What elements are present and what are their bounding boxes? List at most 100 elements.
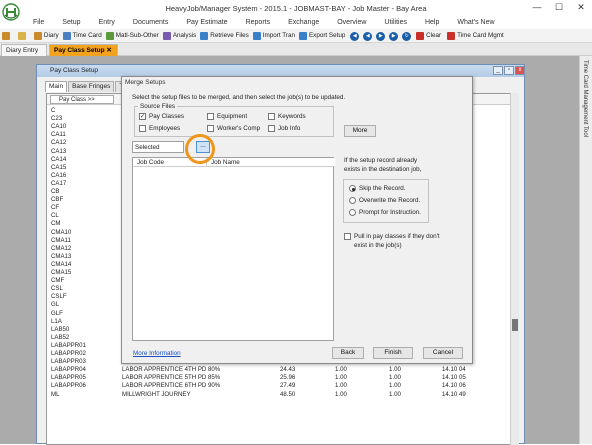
cell-rate: 25.96 (280, 374, 296, 382)
menu-item-reports[interactable]: Reports (237, 17, 280, 28)
tab-pay-class-setup[interactable]: Pay Class Setup ✕ (49, 44, 118, 56)
cell-rate: 24.43 (280, 366, 296, 374)
window-close-button[interactable]: x (515, 66, 525, 75)
table-row[interactable]: LABAPPR06 LABOR APPRENTICE 6TH PD 90% 27.4… (47, 382, 511, 390)
finish-button[interactable]: Finish (373, 347, 413, 359)
open-icon[interactable] (16, 29, 30, 42)
menu-item-overview[interactable]: Overview (328, 17, 375, 28)
cell-ref: 14.10 04 (442, 366, 466, 374)
toolbar-export-setup-button[interactable]: Export Setup (297, 29, 347, 42)
menu-item-what-s-new[interactable]: What's New (448, 17, 503, 28)
close-tab-icon[interactable]: ✕ (106, 47, 111, 54)
menu-item-entry[interactable]: Entry (90, 17, 124, 28)
time-card-icon (62, 32, 71, 40)
selection-field[interactable]: Selected (132, 141, 184, 153)
menu-item-help[interactable]: Help (416, 17, 448, 28)
toolbar-import-tran-button[interactable]: Import Tran (251, 29, 297, 42)
window-restore-button[interactable]: ▫ (504, 66, 514, 75)
close-button[interactable]: ✕ (570, 0, 592, 15)
cell-factor: 1.00 (335, 366, 347, 374)
refresh-icon[interactable]: ↻ (402, 31, 412, 41)
window-minimize-button[interactable]: _ (493, 66, 503, 75)
radio-button[interactable] (349, 185, 356, 192)
pay-class-code: CMA13 (51, 252, 72, 260)
radio-overwrite-the-record[interactable]: Overwrite the Record. (349, 197, 420, 205)
toolbar-retrieve-files-button[interactable]: Retrieve Files (198, 29, 251, 42)
menu-item-exchange[interactable]: Exchange (279, 17, 328, 28)
menu-item-pay-estimate[interactable]: Pay Estimate (177, 17, 236, 28)
cancel-button[interactable]: Cancel (423, 347, 463, 359)
pay-class-code: CMA11 (51, 236, 71, 244)
last-record-icon[interactable]: ▶ (389, 31, 399, 41)
pull-in-pay-classes-label-2: exist in the job(s) (354, 242, 402, 249)
pull-in-pay-classes-checkbox[interactable]: Pull in pay classes if they don't (344, 233, 440, 241)
employees-checkbox[interactable]: Employees (139, 125, 180, 133)
dialog-title: Merge Setups (125, 79, 166, 86)
back-button[interactable]: Back (332, 347, 364, 359)
checkbox-box[interactable] (207, 113, 214, 120)
main-toolbar: Diary Time Card Matl-Sub-Other Analysis Retr… (0, 29, 592, 43)
checkbox-box[interactable]: ✓ (139, 113, 146, 120)
minimize-button[interactable]: — (526, 0, 548, 15)
side-panel[interactable]: Time Card Management Tool (579, 56, 592, 444)
toolbar-time-card-button[interactable]: Time Card (61, 29, 104, 42)
maximize-button[interactable]: ☐ (548, 0, 570, 15)
analysis-icon (162, 32, 171, 40)
time-card-mgmt-button[interactable]: Time Card Mgmt (445, 29, 506, 42)
save-icon[interactable] (0, 29, 14, 42)
pay-class-code: CL (51, 212, 59, 220)
pay-class-code: LAB50 (51, 325, 70, 333)
pay-classes-checkbox[interactable]: ✓ Pay Classes (139, 113, 184, 121)
checkbox-box[interactable] (139, 125, 146, 132)
cell-code: LABAPPR06 (51, 382, 86, 390)
pay-class-code: CA14 (51, 155, 67, 163)
radio-prompt-for-instruction[interactable]: Prompt for Instruction. (349, 209, 421, 217)
scroll-thumb[interactable] (512, 319, 518, 331)
pay-class-code: CM (51, 220, 61, 228)
worker-s-comp-checkbox[interactable]: Worker's Comp (207, 125, 260, 133)
equipment-checkbox[interactable]: Equipment (207, 113, 247, 121)
checkbox-box[interactable] (207, 125, 214, 132)
menu-item-setup[interactable]: Setup (53, 17, 89, 28)
toolbar-matl-sub-other-button[interactable]: Matl-Sub-Other (104, 29, 161, 42)
toolbar-diary-button[interactable]: Diary (32, 29, 61, 42)
pay-class-tabs: MainBase FringesT& (45, 81, 133, 92)
next-record-icon[interactable]: ▶ (376, 31, 386, 41)
side-panel-label: Time Card Management Tool (582, 60, 588, 138)
job-info-checkbox[interactable]: Job Info (268, 125, 300, 133)
toolbar-analysis-button[interactable]: Analysis (161, 29, 198, 42)
job-name-column[interactable]: Job Name (207, 158, 335, 167)
keywords-checkbox[interactable]: Keywords (268, 113, 306, 121)
table-row[interactable]: ML MILLWRIGHT JOURNEY 48.50 1.00 1.00 14.10 4… (47, 390, 511, 399)
radio-button[interactable] (349, 197, 356, 204)
more-information-link[interactable]: More Information (133, 350, 181, 357)
menu-item-file[interactable]: File (24, 17, 53, 28)
cell-f2: 1.00 (389, 390, 401, 398)
tab-diary-entry[interactable]: Diary Entry (1, 44, 47, 56)
export-setup-icon (298, 32, 307, 40)
pay-class-code: C (51, 107, 56, 114)
radio-button[interactable] (349, 209, 356, 216)
table-row[interactable]: LABAPPR05 LABOR APPRENTICE 5TH PD 85% 25.9… (47, 374, 511, 382)
menu-item-documents[interactable]: Documents (124, 17, 177, 28)
cell-desc: LABOR APPRENTICE 5TH PD 85% (122, 374, 221, 382)
radio-skip-the-record[interactable]: Skip the Record. (349, 185, 406, 193)
pay-class-column-header[interactable]: Pay Class >> (50, 95, 114, 104)
table-row[interactable]: LABAPPR04 LABOR APPRENTICE 4TH PD 80% 24.4… (47, 366, 511, 374)
clear-button[interactable]: Clear (414, 29, 443, 42)
source-files-label: Source Files (138, 103, 177, 110)
cell-f2: 1.00 (389, 366, 401, 374)
grid-scrollbar[interactable] (510, 93, 519, 445)
pay-class-code: CMA14 (51, 260, 72, 268)
cell-rate: 27.49 (280, 382, 296, 390)
checkbox-box[interactable] (268, 113, 275, 120)
more-button[interactable]: More (344, 125, 376, 137)
menu-item-utilities[interactable]: Utilities (375, 17, 416, 28)
checkbox-box[interactable] (268, 125, 275, 132)
job-list[interactable]: Job Code Job Name (132, 157, 335, 341)
first-record-icon[interactable]: ◀ (350, 31, 360, 41)
tab-base-fringes[interactable]: Base Fringes (68, 81, 115, 92)
pay-class-code: CMF (51, 277, 65, 285)
tab-main[interactable]: Main (45, 81, 68, 92)
previous-record-icon[interactable]: ◀ (363, 31, 373, 41)
